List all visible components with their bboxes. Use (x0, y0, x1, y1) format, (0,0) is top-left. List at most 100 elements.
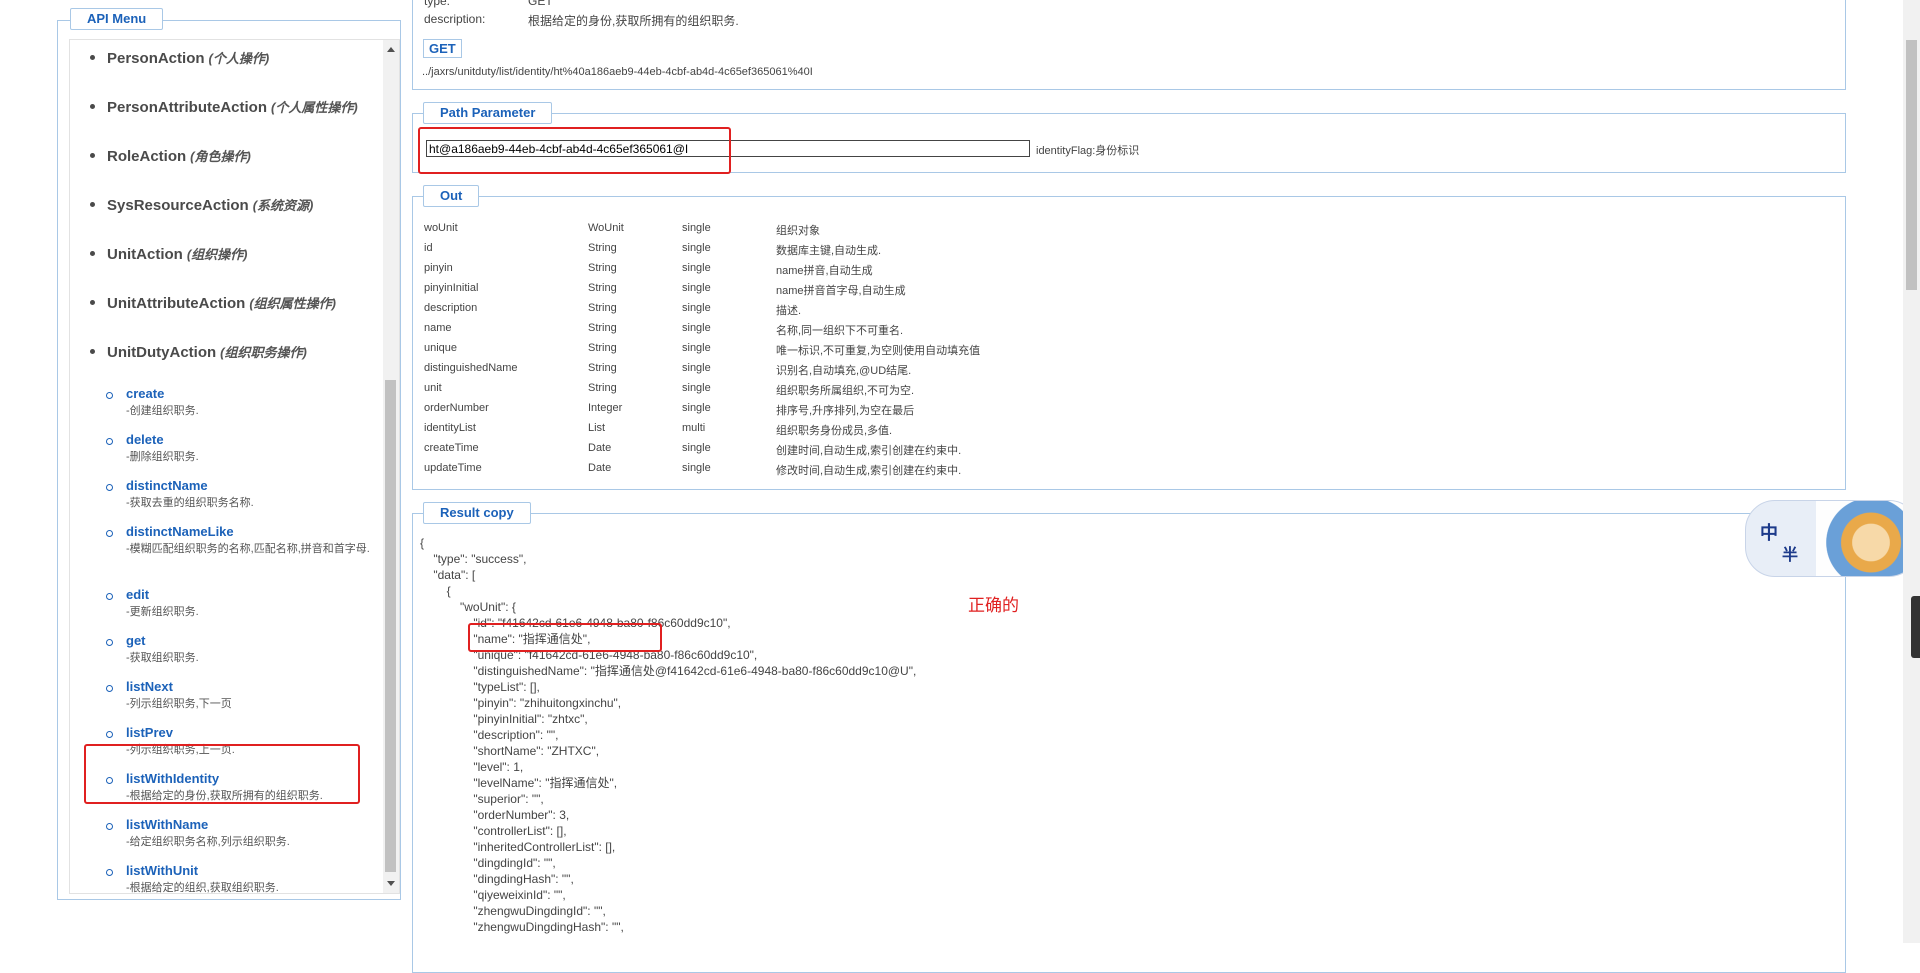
menu-method-name[interactable]: listPrev (126, 725, 173, 740)
out-cell: String (588, 382, 617, 394)
out-cell: single (682, 442, 711, 454)
out-cell: 组织职务身份成员,多值. (776, 425, 893, 437)
menu-method-desc: -更新组织职务. (126, 606, 199, 618)
out-cell: pinyinInitial (424, 282, 479, 294)
menu-method-name[interactable]: get (126, 633, 146, 648)
menu-method-desc: -删除组织职务. (126, 451, 199, 463)
anime-avatar-icon (1816, 501, 1916, 576)
result-json: { "type": "success", "data": [ { "woUnit… (420, 536, 917, 934)
out-cell: 数据库主键,自动生成. (776, 245, 882, 257)
menu-action-cn: (角色操作) (190, 149, 251, 164)
menu-method-name[interactable]: delete (126, 432, 164, 447)
out-cell: name拼音,自动生成 (776, 265, 873, 277)
out-cell: single (682, 262, 711, 274)
circle-bullet-icon (106, 392, 113, 399)
menu-method-desc: -创建组织职务. (126, 405, 199, 417)
description-value: 根据给定的身份,获取所拥有的组织职务. (528, 14, 739, 28)
out-cell: orderNumber (424, 402, 489, 414)
out-cell: Integer (588, 402, 623, 414)
menu-action-name: RoleAction (107, 148, 187, 165)
menu-scrollbar-thumb[interactable] (385, 380, 396, 872)
out-cell: single (682, 302, 711, 314)
menu-action-cn: (系统资源) (252, 198, 314, 213)
out-cell: Date (588, 442, 612, 454)
scroll-down-arrow-icon[interactable] (387, 881, 395, 886)
menu-action-2[interactable]: RoleAction (角色操作) (90, 146, 251, 165)
menu-action-name: PersonAction (107, 50, 205, 67)
ime-halfwidth-label: 半 (1782, 547, 1799, 564)
out-cell: 名称,同一组织下不可重名. (776, 325, 904, 337)
menu-action-1[interactable]: PersonAttributeAction (个人属性操作) (90, 97, 358, 116)
circle-bullet-icon (106, 823, 113, 830)
result-legend: Result copy (423, 502, 531, 524)
out-cell: WoUnit (588, 222, 624, 234)
menu-action-cn: (组织操作) (186, 247, 248, 262)
type-label: type: (424, 0, 451, 8)
circle-bullet-icon (106, 484, 113, 491)
circle-bullet-icon (106, 685, 113, 692)
type-value: GET (528, 0, 553, 8)
side-handle[interactable] (1911, 596, 1920, 658)
menu-method-name[interactable]: distinctNameLike (126, 524, 234, 539)
menu-action-3[interactable]: SysResourceAction (系统资源) (90, 195, 313, 214)
request-url: ../jaxrs/unitduty/list/identity/ht%40a18… (422, 66, 813, 78)
out-cell: Date (588, 462, 612, 474)
out-cell: List (588, 422, 606, 434)
menu-action-cn: (个人属性操作) (271, 100, 358, 115)
menu-action-6[interactable]: UnitDutyAction (组织职务操作) (90, 342, 307, 361)
circle-bullet-icon (106, 593, 113, 600)
get-method-button[interactable]: GET (423, 39, 462, 58)
highlight-box-listwithidentity (84, 744, 360, 804)
page-scrollbar[interactable] (1903, 0, 1920, 943)
out-cell: 排序号,升序排列,为空在最后 (776, 405, 915, 417)
description-label: description: (424, 12, 486, 26)
menu-action-0[interactable]: PersonAction (个人操作) (90, 48, 269, 67)
menu-method-name[interactable]: distinctName (126, 478, 208, 493)
page-scrollbar-thumb[interactable] (1906, 40, 1917, 290)
highlight-box-name (468, 623, 662, 652)
out-cell: description (424, 302, 478, 314)
out-cell: unique (424, 342, 458, 354)
menu-method-desc: -模糊匹配组织职务的名称,匹配名称,拼音和首字母. (126, 543, 370, 555)
out-cell: id (424, 242, 433, 254)
scroll-up-arrow-icon[interactable] (387, 47, 395, 52)
out-cell: single (682, 362, 711, 374)
out-cell: String (588, 302, 617, 314)
bullet-icon (90, 348, 95, 354)
out-legend: Out (423, 185, 480, 207)
out-cell: 描述. (776, 305, 802, 317)
menu-method-name[interactable]: listWithUnit (126, 863, 198, 878)
bullet-icon (90, 299, 95, 305)
out-cell: createTime (424, 442, 479, 454)
out-cell: String (588, 282, 617, 294)
ime-widget[interactable]: 中 半 (1745, 500, 1919, 577)
circle-bullet-icon (106, 731, 113, 738)
menu-method-name[interactable]: listWithName (126, 817, 208, 832)
bullet-icon (90, 152, 95, 158)
bullet-icon (90, 250, 95, 256)
out-cell: String (588, 322, 617, 334)
out-cell: identityList (424, 422, 476, 434)
menu-action-5[interactable]: UnitAttributeAction (组织属性操作) (90, 293, 336, 312)
out-cell: 识别名,自动填充,@UD结尾. (776, 365, 912, 377)
out-cell: single (682, 222, 711, 234)
menu-action-name: UnitAction (107, 246, 183, 263)
menu-method-name[interactable]: edit (126, 587, 149, 602)
bullet-icon (90, 103, 95, 109)
menu-action-name: SysResourceAction (107, 197, 249, 214)
out-cell: updateTime (424, 462, 482, 474)
menu-action-name: UnitAttributeAction (107, 295, 246, 312)
out-cell: single (682, 402, 711, 414)
out-cell: String (588, 262, 617, 274)
menu-method-desc: -给定组织职务名称,列示组织职务. (126, 836, 290, 848)
menu-scrollbar[interactable] (383, 40, 399, 893)
out-cell: String (588, 242, 617, 254)
menu-action-4[interactable]: UnitAction (组织操作) (90, 244, 248, 263)
out-cell: single (682, 382, 711, 394)
menu-method-name[interactable]: create (126, 386, 164, 401)
menu-method-desc: -列示组织职务,下一页 (126, 698, 232, 710)
out-cell: multi (682, 422, 706, 434)
menu-method-name[interactable]: listNext (126, 679, 173, 694)
circle-bullet-icon (106, 530, 113, 537)
out-cell: 唯一标识,不可重复,为空则使用自动填充值 (776, 345, 981, 357)
